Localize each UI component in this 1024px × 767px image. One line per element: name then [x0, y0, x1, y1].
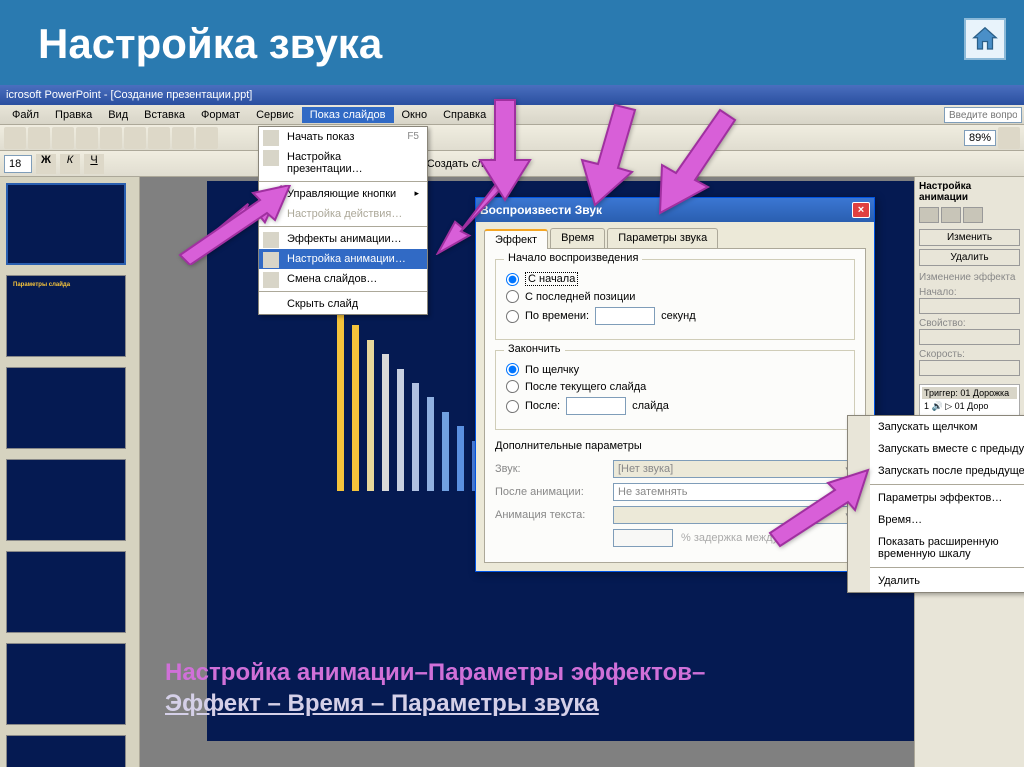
undo-icon[interactable]	[172, 127, 194, 149]
arrow-to-menu	[175, 185, 295, 270]
slides-label: слайда	[632, 400, 669, 412]
time-input[interactable]	[595, 307, 655, 325]
menu-view[interactable]: Вид	[100, 107, 136, 123]
radio-after-n-label: После:	[525, 400, 560, 412]
delete-button[interactable]: Удалить	[919, 249, 1020, 266]
save-icon[interactable]	[52, 127, 74, 149]
radio-by-time-label: По времени:	[525, 310, 589, 322]
open-icon[interactable]	[28, 127, 50, 149]
menu-setup-show[interactable]: Настройка презентации…	[259, 147, 427, 179]
menu-format[interactable]: Формат	[193, 107, 248, 123]
radio-from-last-label: С последней позиции	[525, 291, 635, 303]
close-icon[interactable]: ×	[852, 202, 870, 218]
home-icon[interactable]	[964, 18, 1006, 60]
thumbnail-2[interactable]: Параметры слайда	[6, 275, 126, 357]
radio-after-current[interactable]	[506, 380, 519, 393]
tab-sound-params[interactable]: Параметры звука	[607, 228, 718, 248]
redo-icon[interactable]	[196, 127, 218, 149]
radio-after-n[interactable]	[506, 400, 519, 413]
start-group-label: Начало воспроизведения	[504, 252, 642, 264]
speed-select[interactable]	[919, 360, 1020, 376]
menu-file[interactable]: Файл	[4, 107, 47, 123]
click-icon	[851, 420, 867, 434]
pane-home-icon[interactable]	[963, 207, 983, 223]
arrow-to-context	[760, 468, 870, 553]
tab-time[interactable]: Время	[550, 228, 605, 248]
underline-icon[interactable]: Ч	[84, 154, 104, 174]
thumbnail-4[interactable]	[6, 459, 126, 541]
after-anim-label: После анимации:	[495, 486, 605, 498]
start-select[interactable]	[919, 298, 1020, 314]
ctx-timing[interactable]: Время…	[848, 509, 1024, 531]
help-icon[interactable]	[998, 127, 1020, 149]
bold-icon[interactable]: Ж	[36, 154, 56, 174]
speed-label: Скорость:	[919, 349, 1020, 360]
property-select[interactable]	[919, 329, 1020, 345]
menu-window[interactable]: Окно	[394, 107, 436, 123]
arrow-to-dialog-2	[560, 100, 650, 215]
thumbnail-6[interactable]	[6, 643, 126, 725]
sound-label: Звук:	[495, 463, 605, 475]
ctx-show-timeline[interactable]: Показать расширенную временную шкалу	[848, 531, 1024, 565]
ctx-start-on-click[interactable]: Запускать щелчком	[848, 416, 1024, 438]
effect-change-label: Изменение эффекта	[919, 272, 1020, 283]
menu-start-show[interactable]: Начать показF5	[259, 127, 427, 147]
cut-icon[interactable]	[100, 127, 122, 149]
menu-hide-slide[interactable]: Скрыть слайд	[259, 294, 427, 314]
trigger-header: Триггер: 01 Дорожка	[922, 387, 1017, 399]
ctx-start-with-prev[interactable]: Запускать вместе с предыдущим	[848, 438, 1024, 460]
thumbnail-5[interactable]	[6, 551, 126, 633]
trigger-item[interactable]: 01 Доро	[955, 401, 989, 411]
seconds-label: секунд	[661, 310, 696, 322]
property-label: Свойство:	[919, 318, 1020, 329]
pane-fwd-icon[interactable]	[941, 207, 961, 223]
radio-from-last[interactable]	[506, 290, 519, 303]
trigger-list[interactable]: Триггер: 01 Дорожка 1 🔊 ▷ 01 Доро	[919, 384, 1020, 417]
menu-tools[interactable]: Сервис	[248, 107, 302, 123]
radio-on-click-label: По щелчку	[525, 364, 579, 376]
zoom-select[interactable]: 89%	[964, 130, 996, 146]
change-button[interactable]: Изменить	[919, 229, 1020, 246]
arrow-to-dialog-1	[460, 95, 550, 210]
menu-insert[interactable]: Вставка	[136, 107, 193, 123]
thumbnail-3[interactable]	[6, 367, 126, 449]
ctx-delete[interactable]: Удалить	[848, 570, 1024, 592]
paste-icon[interactable]	[148, 127, 170, 149]
extra-group-label: Дополнительные параметры	[495, 440, 855, 452]
arrow-to-dialog-3	[640, 105, 740, 225]
radio-after-current-label: После текущего слайда	[525, 381, 646, 393]
caption: Настройка анимации–Параметры эффектов– Э…	[165, 657, 705, 719]
ctx-start-after-prev[interactable]: Запускать после предыдущего	[848, 460, 1024, 482]
caption-line-1: Настройка анимации–Параметры эффектов–	[165, 657, 705, 688]
thumbnail-1[interactable]	[6, 183, 126, 265]
ctx-effect-options[interactable]: Параметры эффектов…	[848, 487, 1024, 509]
pane-back-icon[interactable]	[919, 207, 939, 223]
menu-slideshow[interactable]: Показ слайдов	[302, 107, 394, 123]
context-menu: Запускать щелчком Запускать вместе с пре…	[847, 415, 1024, 593]
radio-on-click[interactable]	[506, 363, 519, 376]
copy-icon[interactable]	[124, 127, 146, 149]
slides-input[interactable]	[566, 397, 626, 415]
new-icon[interactable]	[4, 127, 26, 149]
print-icon[interactable]	[76, 127, 98, 149]
slide-title: Настройка звука	[38, 20, 382, 68]
italic-icon[interactable]: К	[60, 154, 80, 174]
text-anim-label: Анимация текста:	[495, 509, 605, 521]
radio-from-start-label: С начала	[525, 272, 578, 286]
thumbnail-7[interactable]	[6, 735, 126, 767]
start-label: Начало:	[919, 287, 1020, 298]
font-size-select[interactable]: 18	[4, 155, 32, 173]
pane-title: Настройка анимации	[919, 181, 1020, 203]
radio-from-start[interactable]	[506, 273, 519, 286]
end-group-label: Закончить	[504, 343, 565, 355]
ask-question-input[interactable]	[944, 107, 1022, 123]
slide-thumbnails[interactable]: Параметры слайда	[0, 177, 140, 767]
radio-by-time[interactable]	[506, 310, 519, 323]
menu-edit[interactable]: Правка	[47, 107, 100, 123]
menu-slide-transition[interactable]: Смена слайдов…	[259, 269, 427, 289]
delay-input	[613, 529, 673, 547]
caption-line-2: Эффект – Время – Параметры звука	[165, 690, 599, 717]
